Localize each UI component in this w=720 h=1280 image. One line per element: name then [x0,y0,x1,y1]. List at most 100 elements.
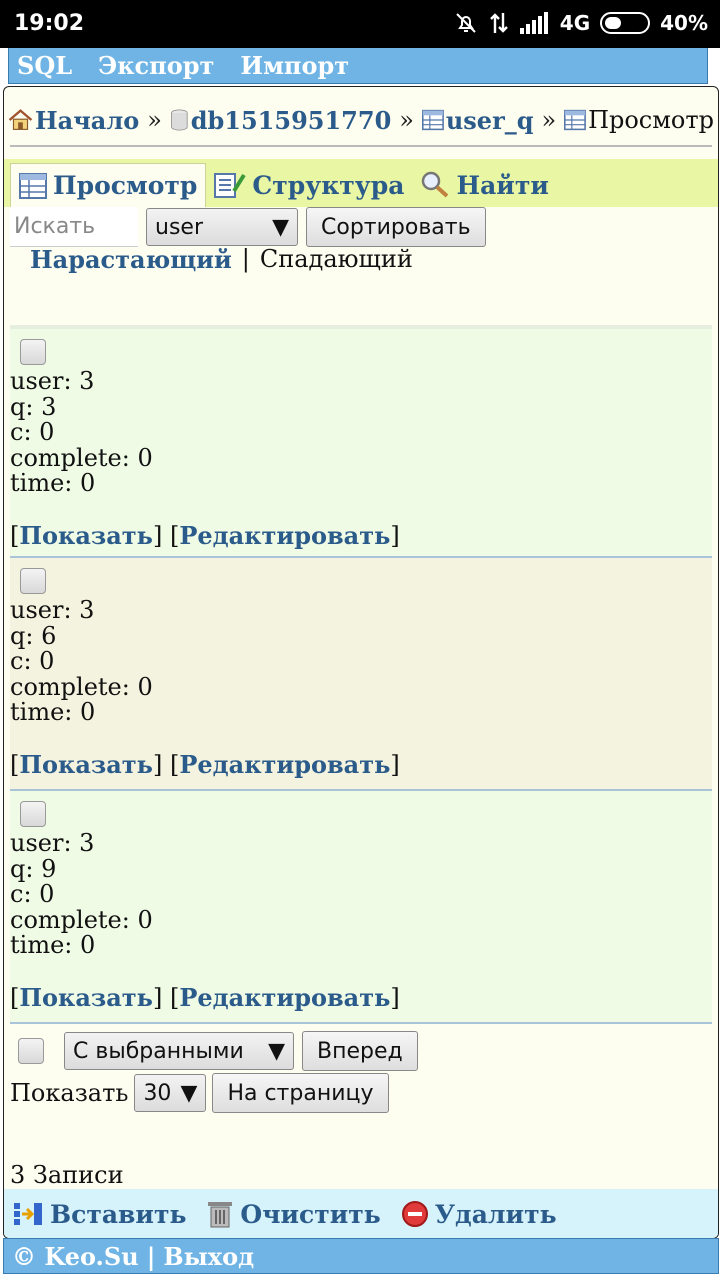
record-field: user: 3 [10,829,95,857]
home-icon [8,109,33,130]
breadcrumb-separator: » [541,106,557,134]
battery-fill [605,17,622,29]
tab-label: Найти [456,170,549,200]
menu-export[interactable]: Экспорт [98,51,214,80]
muted-bell-icon [456,13,476,33]
insert-icon [14,1203,42,1225]
footer-separator: | [146,1241,156,1271]
show-link[interactable]: Показать [19,750,153,779]
network-type: 4G [559,11,591,35]
dropdown-arrow-icon: ▼ [272,214,289,240]
tab-label: Просмотр [53,171,198,200]
select-all-checkbox[interactable] [18,1038,44,1064]
bulk-actions-row: С выбранными ▼ Вперед [18,1031,418,1071]
copyright-link[interactable]: © Keo.Su [12,1242,139,1271]
record-checkbox[interactable] [20,339,46,365]
record-field: time: 0 [10,469,96,497]
show-link[interactable]: Показать [19,983,153,1012]
bulk-action-select[interactable]: С выбранными ▼ [64,1032,294,1070]
magnifier-icon [422,171,449,198]
table-actions: Вставить Очистить Удалить [4,1189,718,1238]
record-field: complete: 0 [10,443,153,472]
breadcrumb-separator: » [147,106,162,134]
structure-icon [214,173,247,198]
edit-link[interactable]: Редактировать [179,983,390,1012]
record-row: user: 3 q: 6 c: 0 complete: 0 time: 0 [П… [10,558,712,791]
tab-bar: Просмотр Структура Найти [4,159,718,207]
top-menu: SQL Экспорт Импорт [8,48,708,84]
tab-search[interactable]: Найти [412,163,556,207]
record-row: user: 3 q: 3 c: 0 complete: 0 time: 0 [П… [10,329,712,558]
record-field: q: 6 [10,621,57,650]
tab-browse[interactable]: Просмотр [10,163,207,207]
record-checkbox[interactable] [20,568,46,594]
tab-label: Структура [252,170,405,200]
drop-button[interactable]: Удалить [401,1200,557,1229]
empty-button[interactable]: Очистить [206,1199,381,1229]
records-list: user: 3 q: 3 c: 0 complete: 0 time: 0 [П… [10,325,712,1024]
record-field: complete: 0 [10,672,153,701]
menu-import[interactable]: Импорт [240,51,349,80]
dropdown-arrow-icon: ▼ [268,1038,285,1064]
insert-button[interactable]: Вставить [12,1199,186,1229]
sort-button[interactable]: Сортировать [306,207,486,247]
battery-percent: 40% [660,11,708,35]
record-field: time: 0 [10,698,96,726]
breadcrumb-current: Просмотр [588,106,715,134]
browse-icon [564,109,587,131]
record-actions: [Показать] [Редактировать] [10,520,400,550]
per-page-value: 30 [143,1080,172,1106]
record-checkbox[interactable] [20,801,46,827]
record-field: q: 3 [10,392,57,421]
sort-column-select[interactable]: user ▼ [146,208,298,246]
per-page-select[interactable]: 30 ▼ [134,1074,207,1112]
edit-link[interactable]: Редактировать [179,521,390,550]
record-field: c: 0 [10,647,55,675]
breadcrumb-database[interactable]: db1515951770 [191,106,392,135]
empty-label: Очистить [240,1199,381,1229]
go-button[interactable]: Вперед [302,1031,418,1071]
show-link[interactable]: Показать [19,521,153,550]
per-page-button[interactable]: На страницу [212,1073,389,1113]
database-icon [171,109,188,131]
menu-sql[interactable]: SQL [17,51,72,80]
tab-structure[interactable]: Структура [206,163,412,207]
sort-column-value: user [155,214,203,240]
record-field: q: 9 [10,854,57,883]
trash-icon [208,1202,233,1228]
breadcrumb: Начало » db1515951770 » user_q » Просмот… [8,93,714,147]
order-separator: | [241,245,250,273]
drop-label: Удалить [434,1199,557,1229]
logout-link[interactable]: Выход [163,1242,254,1271]
table-icon [421,109,444,131]
breadcrumb-home[interactable]: Начало [35,106,139,135]
status-time: 19:02 [14,11,85,36]
main-panel: Начало » db1515951770 » user_q » Просмот… [3,86,719,1239]
dropdown-arrow-icon: ▼ [180,1080,198,1106]
signal-icon [519,12,548,34]
divider [10,145,712,147]
record-field: complete: 0 [10,905,153,934]
record-field: time: 0 [10,931,96,959]
record-field: c: 0 [10,880,55,908]
delete-icon [401,1201,428,1227]
record-row: user: 3 q: 9 c: 0 complete: 0 time: 0 [П… [10,791,712,1024]
status-bar: 19:02 4G 40% [0,0,720,48]
order-ascending[interactable]: Нарастающий [30,245,232,274]
breadcrumb-table[interactable]: user_q [446,106,534,135]
data-transfer-icon [489,13,508,33]
battery-icon [600,12,651,34]
search-row: user ▼ Сортировать [10,207,486,247]
footer: © Keo.Su | Выход [3,1238,719,1274]
record-field: c: 0 [10,418,55,446]
sort-order: Нарастающий | Спадающий [30,245,413,274]
record-actions: [Показать] [Редактировать] [10,749,400,779]
breadcrumb-separator: » [399,106,414,134]
per-page-label: Показать [10,1079,129,1107]
record-actions: [Показать] [Редактировать] [10,982,400,1012]
record-field: user: 3 [10,367,95,395]
order-descending[interactable]: Спадающий [260,245,413,274]
search-input[interactable] [10,207,138,247]
edit-link[interactable]: Редактировать [179,750,390,779]
browse-icon [19,172,47,199]
